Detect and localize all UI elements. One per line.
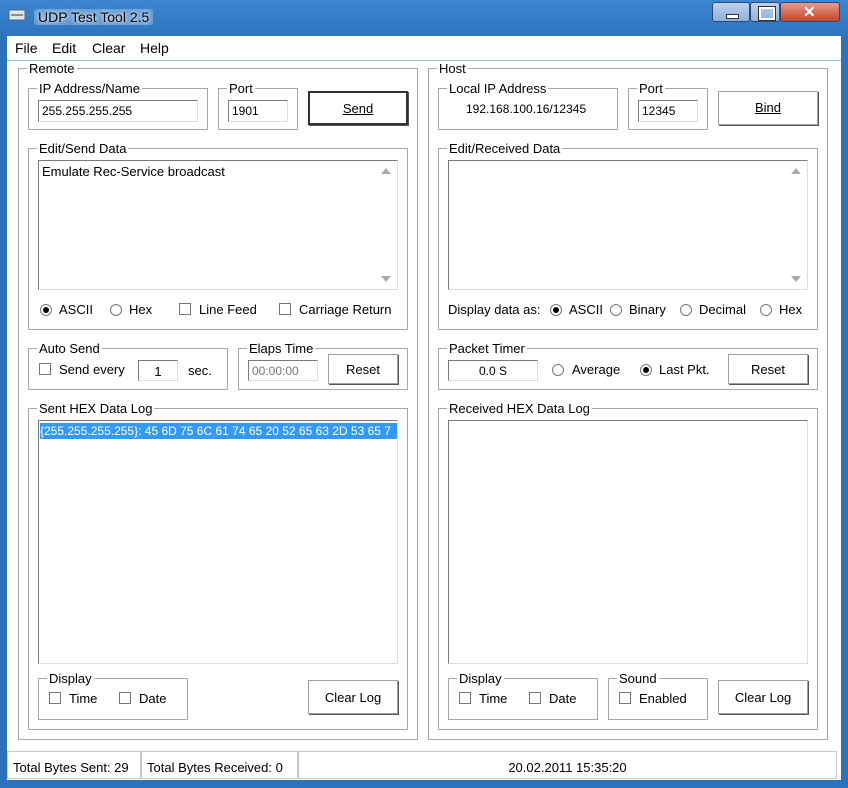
ascii-radio[interactable]	[40, 304, 52, 316]
sent-time-checkbox[interactable]	[49, 692, 61, 704]
elaps-time-label: Elaps Time	[247, 341, 316, 356]
send-every-label: Send every	[59, 362, 125, 377]
recv-decimal-label: Decimal	[699, 302, 746, 317]
scroll-up-icon[interactable]	[381, 168, 391, 174]
hex-radio[interactable]	[110, 304, 122, 316]
menu-edit[interactable]: Edit	[52, 40, 76, 56]
ip-address-input[interactable]: 255.255.255.255	[38, 100, 198, 122]
recv-date-label: Date	[549, 691, 577, 706]
window-title: UDP Test Tool 2.5	[34, 9, 154, 25]
line-feed-checkbox[interactable]	[179, 303, 191, 315]
maximize-icon	[758, 6, 776, 21]
recv-hex-label: Hex	[779, 302, 803, 317]
host-port-input[interactable]: 12345	[638, 100, 698, 122]
edit-send-textarea[interactable]: Emulate Rec-Service broadcast	[38, 160, 398, 290]
app-icon	[8, 9, 26, 21]
packet-reset-button[interactable]: Reset	[728, 354, 808, 384]
send-button[interactable]: Send	[308, 91, 408, 125]
menu-clear[interactable]: Clear	[92, 40, 125, 56]
recv-clear-log-button[interactable]: Clear Log	[718, 680, 808, 714]
sent-log-list[interactable]	[38, 420, 398, 664]
average-radio[interactable]	[552, 364, 564, 376]
menu-bar: File Edit Clear Help	[7, 36, 841, 61]
carriage-return-checkbox[interactable]	[279, 303, 291, 315]
display-as-label: Display data as:	[448, 302, 541, 317]
recv-log-list[interactable]	[448, 420, 808, 664]
scroll-down-icon[interactable]	[791, 276, 801, 282]
sent-clear-log-button[interactable]: Clear Log	[308, 680, 398, 714]
close-icon: ✕	[803, 4, 816, 21]
bind-button[interactable]: Bind	[718, 91, 818, 125]
title-bar[interactable]: UDP Test Tool 2.5 ✕	[0, 0, 848, 34]
status-datetime: 20.02.2011 15:35:20	[298, 751, 837, 779]
recv-ascii-label: ASCII	[569, 302, 603, 317]
sent-display-label: Display	[47, 671, 94, 686]
local-ip-value: 192.168.100.16/12345	[466, 102, 587, 116]
average-label: Average	[572, 362, 621, 377]
hex-radio-label: Hex	[129, 302, 153, 317]
recv-binary-label: Binary	[629, 302, 666, 317]
sent-time-label: Time	[69, 691, 98, 706]
send-every-checkbox[interactable]	[39, 363, 51, 375]
recv-date-checkbox[interactable]	[529, 692, 541, 704]
status-bar: Total Bytes Sent: 29 Total Bytes Receive…	[7, 750, 841, 780]
minimize-icon	[726, 14, 739, 19]
sound-enabled-label: Enabled	[639, 691, 687, 706]
scroll-up-icon[interactable]	[791, 168, 801, 174]
remote-group-label: Remote	[27, 61, 77, 76]
status-bytes-sent: Total Bytes Sent: 29	[7, 751, 141, 779]
host-group-label: Host	[437, 61, 468, 76]
bind-button-label: Bind	[754, 100, 782, 115]
host-port-label: Port	[637, 81, 665, 96]
remote-port-input[interactable]: 1901	[228, 100, 288, 122]
recv-decimal-radio[interactable]	[680, 304, 692, 316]
packet-timer-label: Packet Timer	[447, 341, 527, 356]
elaps-reset-button[interactable]: Reset	[328, 354, 398, 384]
status-bytes-received: Total Bytes Received: 0	[141, 751, 298, 779]
carriage-return-label: Carriage Return	[299, 302, 392, 317]
menu-file[interactable]: File	[15, 40, 38, 56]
sent-log-row[interactable]: {255.255.255.255}: 45 6D 75 6C 61 74 65 …	[40, 423, 397, 439]
sent-log-label: Sent HEX Data Log	[37, 401, 155, 416]
auto-send-label: Auto Send	[37, 341, 102, 356]
edit-received-label: Edit/Received Data	[447, 141, 563, 156]
menu-help[interactable]: Help	[140, 40, 169, 56]
sent-date-checkbox[interactable]	[119, 692, 131, 704]
recv-display-label: Display	[457, 671, 504, 686]
remote-port-label: Port	[227, 81, 255, 96]
edit-send-text: Emulate Rec-Service broadcast	[42, 164, 225, 179]
sound-enabled-checkbox[interactable]	[619, 692, 631, 704]
local-ip-label: Local IP Address	[447, 81, 549, 96]
packet-timer-display: 0.0 S	[448, 360, 538, 381]
sec-label: sec.	[188, 363, 212, 378]
edit-send-label: Edit/Send Data	[37, 141, 129, 156]
minimize-button[interactable]	[712, 2, 750, 22]
recv-binary-radio[interactable]	[610, 304, 622, 316]
recv-time-checkbox[interactable]	[459, 692, 471, 704]
maximize-button[interactable]	[750, 2, 780, 22]
scroll-down-icon[interactable]	[381, 276, 391, 282]
elaps-time-display: 00:00:00	[248, 360, 318, 381]
recv-hex-radio[interactable]	[760, 304, 772, 316]
send-every-input[interactable]: 1	[138, 360, 178, 381]
recv-ascii-radio[interactable]	[550, 304, 562, 316]
send-button-label: Send	[342, 101, 374, 116]
sound-label: Sound	[617, 671, 659, 686]
recv-time-label: Time	[479, 691, 508, 706]
ip-address-label: IP Address/Name	[37, 81, 142, 96]
edit-received-textarea[interactable]	[448, 160, 808, 290]
sent-date-label: Date	[139, 691, 167, 706]
close-button[interactable]: ✕	[780, 2, 840, 22]
ascii-radio-label: ASCII	[59, 302, 93, 317]
last-pkt-radio[interactable]	[640, 364, 652, 376]
last-pkt-label: Last Pkt.	[659, 362, 710, 377]
recv-log-label: Received HEX Data Log	[447, 401, 592, 416]
line-feed-label: Line Feed	[199, 302, 257, 317]
